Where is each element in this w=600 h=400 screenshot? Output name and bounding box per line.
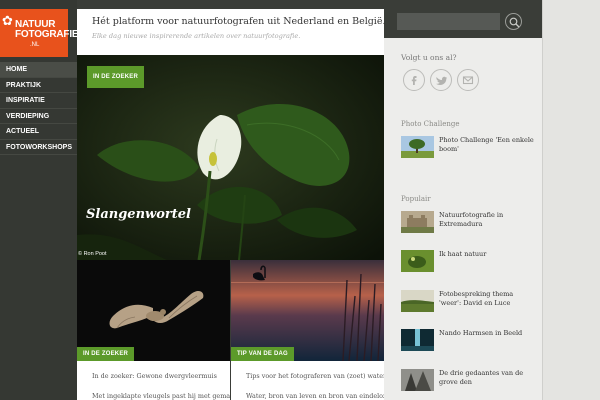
hero-category-badge[interactable]: IN DE ZOEKER <box>87 66 144 88</box>
nav-item-praktijk[interactable]: PRAKTIJK <box>0 78 77 93</box>
nav-item-fotoworkshops[interactable]: FOTOWORKSHOPS <box>0 140 77 155</box>
main-menu: HOME PRAKTIJK INSPIRATIE VERDIEPING ACTU… <box>0 62 77 155</box>
photo-challenge-item[interactable]: Photo Challenge 'Een enkele boom' <box>401 136 535 164</box>
search-input[interactable] <box>397 13 500 30</box>
nav-item-verdieping[interactable]: VERDIEPING <box>0 109 77 124</box>
card-category-badge[interactable]: IN DE ZOEKER <box>77 347 135 361</box>
item-title-cont: grove den <box>439 378 472 386</box>
photo-challenge-heading: Photo Challenge <box>401 120 460 128</box>
swan-photo <box>231 260 384 361</box>
nav-item-inspiratie[interactable]: INSPIRATIE <box>0 93 77 109</box>
twitter-button[interactable] <box>430 69 452 91</box>
castle-thumbnail <box>401 211 434 233</box>
article-card-bat[interactable]: IN DE ZOEKER In de zoeker: Gewone dwergv… <box>77 260 230 400</box>
waterfall-thumbnail <box>401 329 434 351</box>
popular-item[interactable]: De drie gedaantes van de grove den <box>401 369 535 397</box>
article-card-water[interactable]: TIP VAN DE DAG Tips voor het fotografere… <box>231 260 384 400</box>
item-title: Natuurfotografie in <box>439 211 504 219</box>
search-icon <box>509 17 520 28</box>
item-title: Photo Challenge 'Een enkele <box>439 136 534 144</box>
popular-item[interactable]: Natuurfotografie in Extremadura <box>401 211 535 239</box>
card-title[interactable]: Tips voor het fotograferen van (zoet) wa… <box>246 372 384 380</box>
follow-label: Volgt u ons al? <box>401 53 457 62</box>
site-header: Hét platform voor natuurfotografen uit N… <box>77 9 386 55</box>
card-category-badge[interactable]: TIP VAN DE DAG <box>231 347 294 361</box>
item-title: De drie gedaantes van de <box>439 369 524 377</box>
left-navigation: ✿ NATUUR FOTOGRAFIE .NL HOME PRAKTIJK IN… <box>0 0 79 400</box>
tree-thumbnail <box>401 136 434 158</box>
column-divider <box>542 0 543 400</box>
hero-article[interactable]: IN DE ZOEKER Slangenwortel © Ron Poot <box>77 55 384 260</box>
item-title: Fotobespreking thema <box>439 290 514 298</box>
nav-item-home[interactable]: HOME <box>0 62 77 78</box>
logo-line-2: FOTOGRAFIE <box>15 29 79 40</box>
site-tagline: Hét platform voor natuurfotografen uit N… <box>92 16 386 27</box>
popular-item[interactable]: Nando Harmsen in Beeld <box>401 329 535 357</box>
hero-photo-credit: © Ron Poot <box>78 251 107 257</box>
pine-thumbnail <box>401 369 434 391</box>
site-subline: Elke dag nieuwe inspirerende artikelen o… <box>92 32 301 40</box>
facebook-icon <box>411 76 417 85</box>
page-margin <box>542 0 600 400</box>
nav-item-actueel[interactable]: ACTUEEL <box>0 124 77 140</box>
flower-icon: ✿ <box>2 14 13 29</box>
item-title: Nando Harmsen in Beeld <box>439 329 523 337</box>
item-title: Ik haat natuur <box>439 250 487 258</box>
card-excerpt: Met ingeklapte vleugels past hij met gem… <box>92 392 230 400</box>
popular-heading: Populair <box>401 195 431 203</box>
mail-icon <box>462 76 474 85</box>
facebook-button[interactable] <box>403 69 425 91</box>
bat-photo <box>77 260 230 361</box>
card-excerpt: Water, bron van leven en bron van eindel… <box>246 392 384 400</box>
frog-thumbnail <box>401 250 434 272</box>
landscape-thumbnail <box>401 290 434 312</box>
logo-line-3: .NL <box>30 42 40 48</box>
item-title-cont: 'weer': David en Luce <box>439 299 511 307</box>
sidebar: Volgt u ons al? Photo Challenge Photo Ch… <box>384 38 542 400</box>
site-logo[interactable]: ✿ NATUUR FOTOGRAFIE .NL <box>0 9 79 57</box>
popular-item[interactable]: Ik haat natuur <box>401 250 535 278</box>
mail-button[interactable] <box>457 69 479 91</box>
twitter-icon <box>436 76 447 85</box>
item-title-cont: Extremadura <box>439 220 483 228</box>
search-button[interactable] <box>505 13 522 30</box>
hero-title[interactable]: Slangenwortel <box>86 207 191 222</box>
card-title[interactable]: In de zoeker: Gewone dwergvleermuis <box>92 372 217 380</box>
item-title-cont: boom' <box>439 145 459 153</box>
popular-item[interactable]: Fotobespreking thema 'weer': David en Lu… <box>401 290 535 318</box>
